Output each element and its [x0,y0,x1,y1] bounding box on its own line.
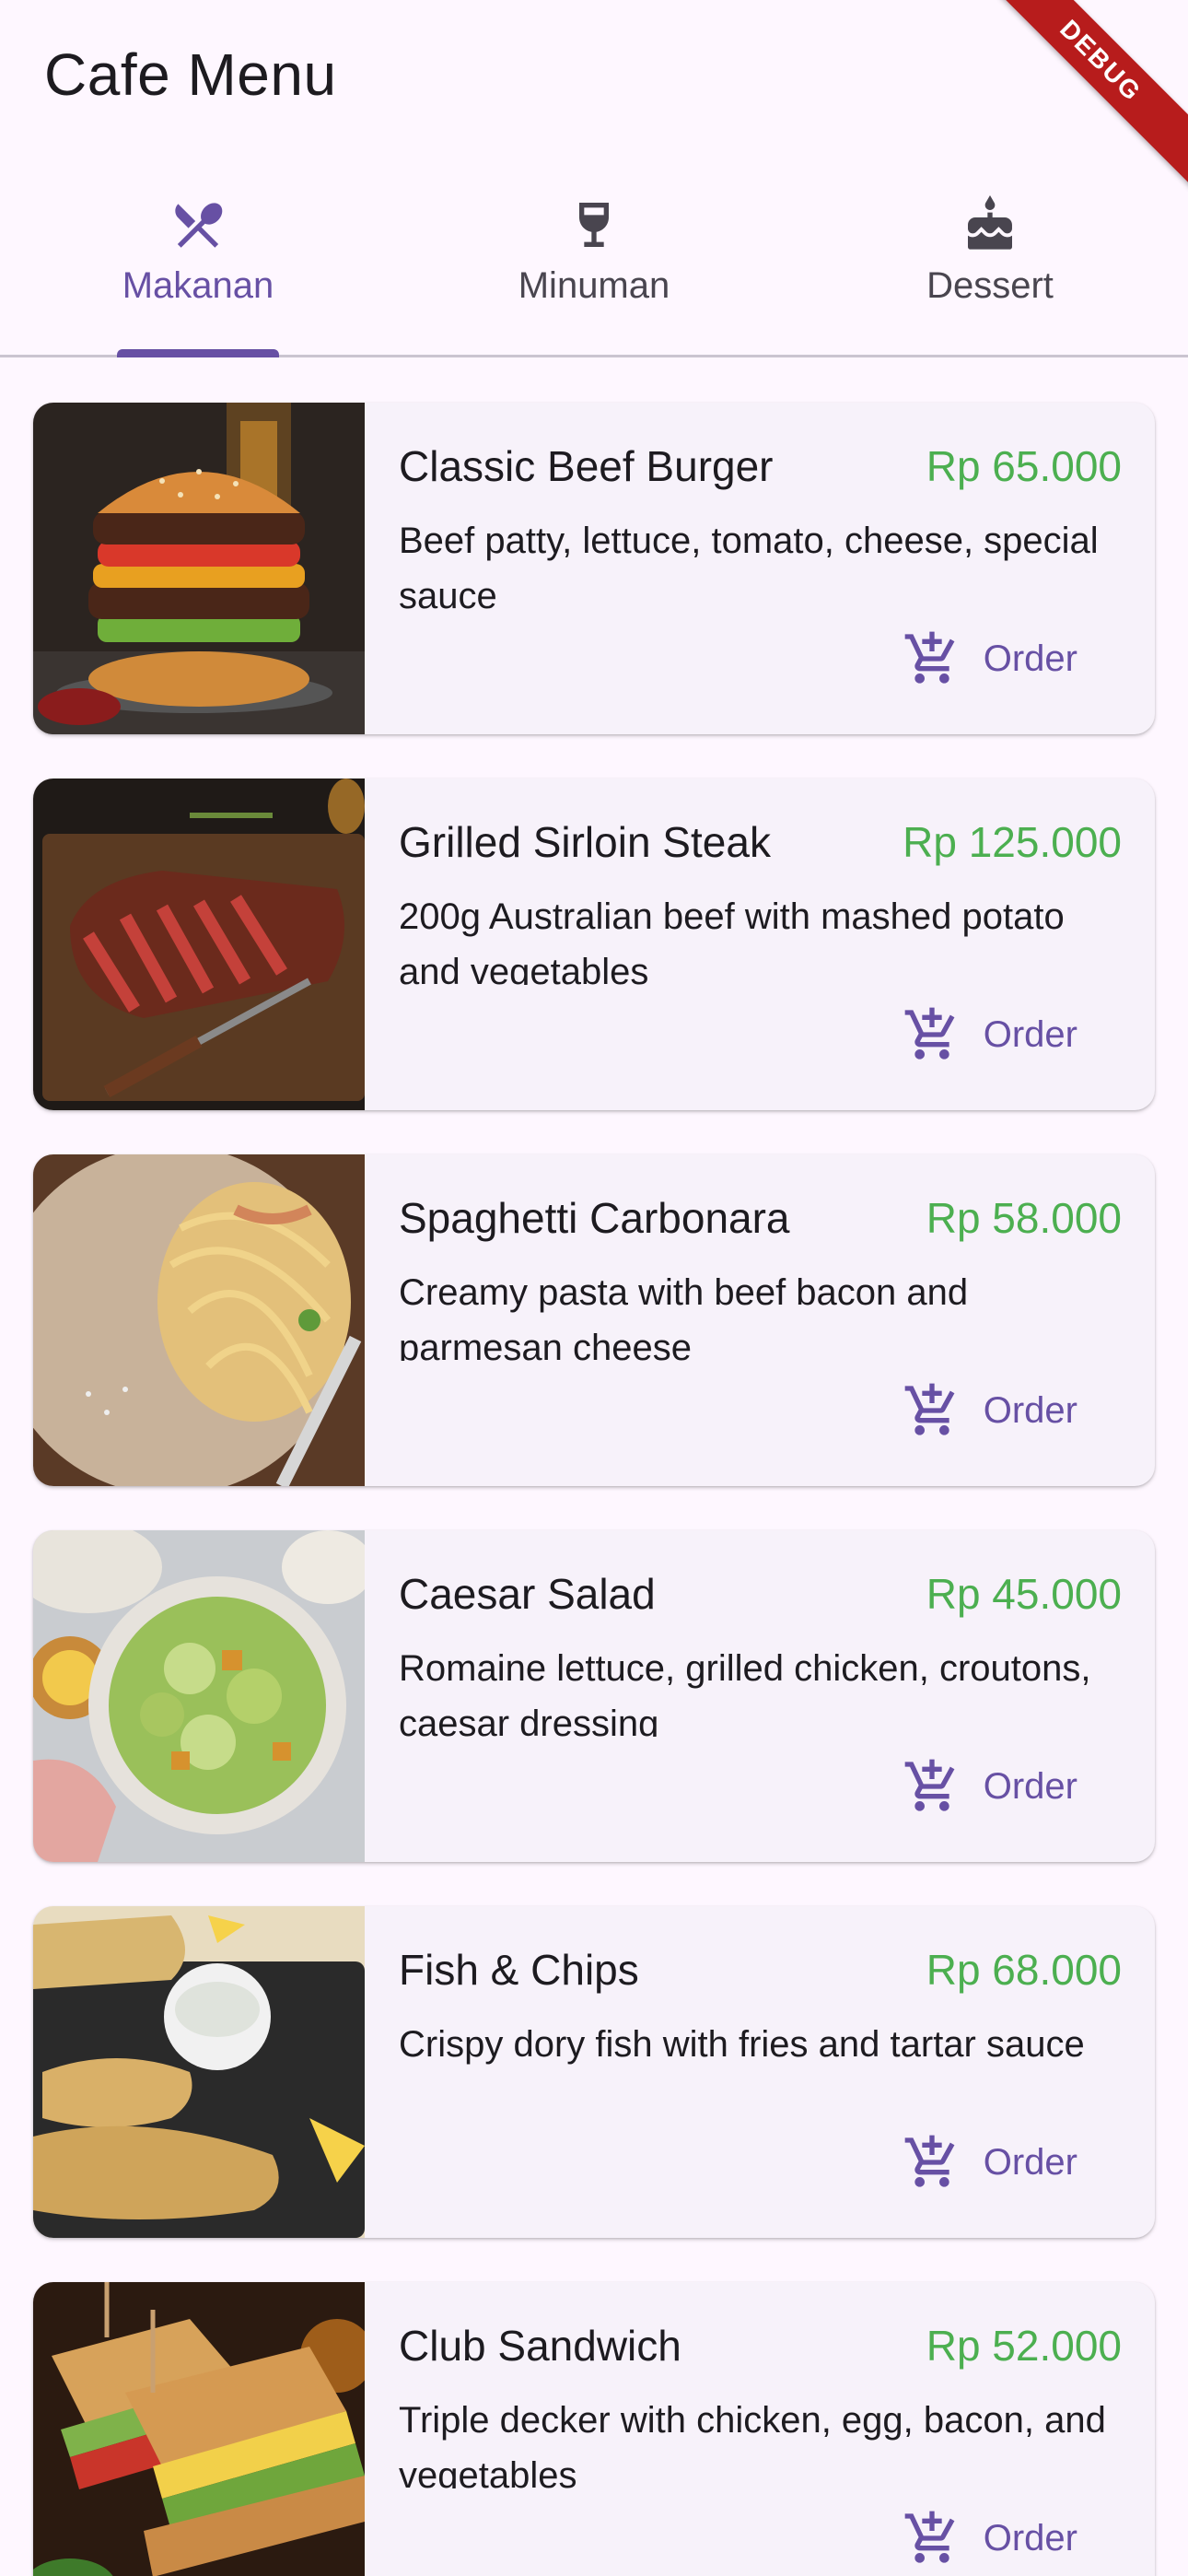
app-title: Cafe Menu [44,41,337,108]
restaurant-icon [175,203,223,248]
order-button[interactable]: Order [880,2494,1100,2576]
wine-glass-icon [579,203,609,247]
screen: Cafe Menu DEBUG Makanan Minuman Dessert [0,0,1188,2576]
tab-label: Makanan [122,265,274,306]
item-description: Crispy dory fish with fries and tartar s… [399,2024,1085,2065]
order-button[interactable]: Order [880,1366,1100,1455]
order-button[interactable]: Order [880,615,1100,703]
app-bar: Cafe Menu [0,0,1188,157]
item-price: Rp 65.000 [926,442,1122,490]
order-label: Order [983,1013,1077,1055]
item-price: Rp 125.000 [903,818,1122,866]
add-shopping-cart-icon [904,2511,955,2563]
steak-photo [33,779,365,1110]
add-shopping-cart-icon [904,1007,955,1060]
item-name: Caesar Salad [399,1570,656,1618]
tab-bar: Makanan Minuman Dessert [0,157,1188,357]
tab-makanan[interactable]: Makanan [0,157,396,357]
menu-item-card[interactable]: Classic Beef Burger Rp 65.000 Beef patty… [33,403,1155,734]
sandwich-photo [33,2282,365,2576]
item-name: Spaghetti Carbonara [399,1194,790,1242]
item-name: Club Sandwich [399,2322,681,2370]
item-price: Rp 58.000 [926,1194,1122,1242]
menu-item-card[interactable]: Spaghetti Carbonara Rp 58.000 Creamy pas… [33,1154,1155,1486]
order-label: Order [983,2141,1077,2183]
order-label: Order [983,1765,1077,1807]
order-label: Order [983,1389,1077,1431]
order-label: Order [983,2517,1077,2558]
menu-item-card[interactable]: Caesar Salad Rp 45.000 Romaine lettuce, … [33,1530,1155,1862]
cake-icon [968,195,1012,250]
tab-label: Dessert [926,265,1054,306]
add-shopping-cart-icon [904,631,955,684]
item-price: Rp 45.000 [926,1570,1122,1618]
order-button[interactable]: Order [880,2118,1100,2207]
tab-indicator [117,349,279,357]
order-button[interactable]: Order [880,1742,1100,1831]
add-shopping-cart-icon [904,1759,955,1811]
salad-photo [33,1530,365,1862]
add-shopping-cart-icon [904,1383,955,1435]
order-button[interactable]: Order [880,990,1100,1079]
tab-dessert[interactable]: Dessert [792,157,1188,357]
order-label: Order [983,638,1077,679]
item-description: Triple decker with chicken, egg, bacon, … [399,2400,1106,2488]
item-description: Beef patty, lettuce, tomato, cheese, spe… [399,521,1099,609]
item-name: Grilled Sirloin Steak [399,818,771,866]
item-description: Creamy pasta with beef bacon and parmesa… [399,1272,969,1361]
item-price: Rp 52.000 [926,2322,1122,2370]
pasta-photo [33,1154,365,1486]
item-name: Fish & Chips [399,1946,639,1994]
burger-photo [33,403,365,734]
menu-item-card[interactable]: Grilled Sirloin Steak Rp 125.000 200g Au… [33,779,1155,1110]
menu-item-card[interactable]: Fish & Chips Rp 68.000 Crispy dory fish … [33,1906,1155,2238]
item-description: Romaine lettuce, grilled chicken, crouto… [399,1648,1091,1737]
menu-item-card[interactable]: Club Sandwich Rp 52.000 Triple decker wi… [33,2282,1155,2576]
add-shopping-cart-icon [904,2135,955,2187]
tab-minuman[interactable]: Minuman [396,157,792,357]
tab-label: Minuman [518,265,670,306]
item-description: 200g Australian beef with mashed potato … [399,896,1065,985]
fish-chips-photo [33,1906,365,2238]
item-price: Rp 68.000 [926,1946,1122,1994]
item-name: Classic Beef Burger [399,442,774,490]
